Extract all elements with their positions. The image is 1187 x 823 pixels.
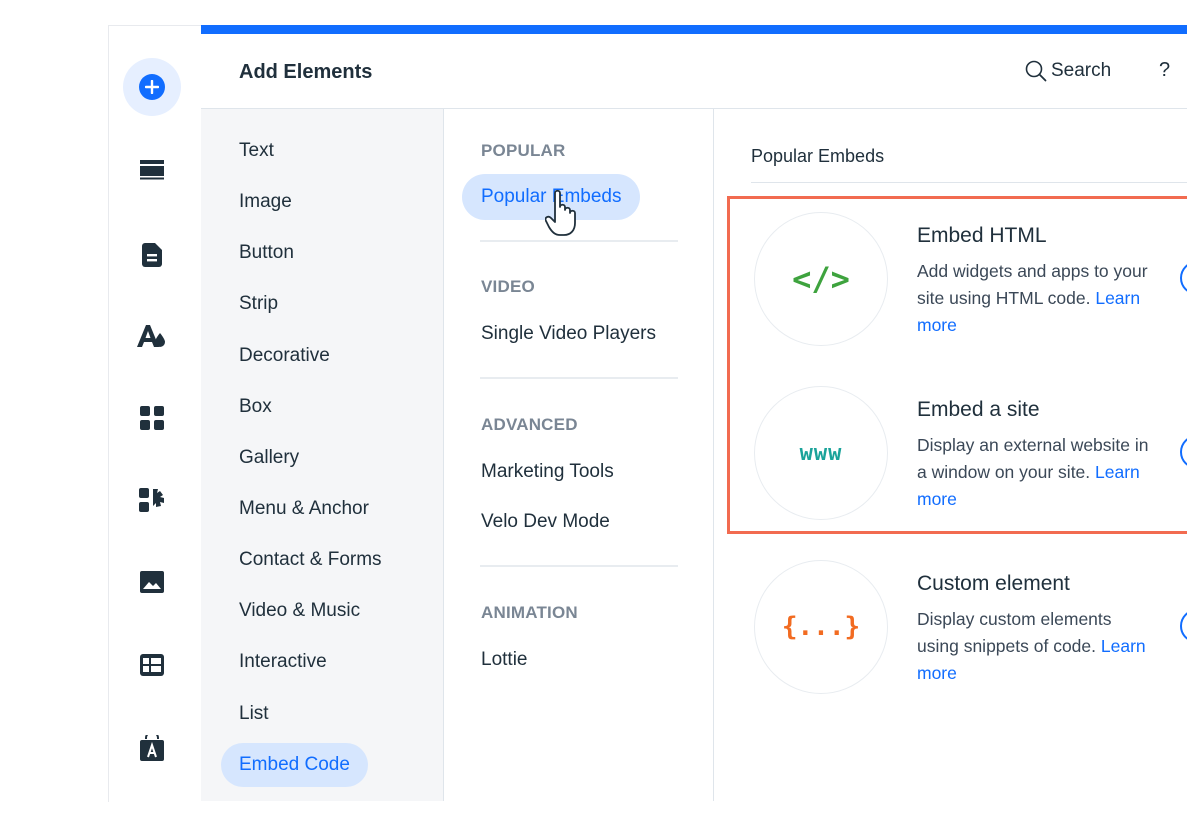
category-gallery[interactable]: Gallery bbox=[221, 436, 317, 480]
section-title-video: VIDEO bbox=[481, 277, 535, 296]
subcategory-lottie[interactable]: Lottie bbox=[462, 637, 546, 683]
subcategory-velo-dev-mode[interactable]: Velo Dev Mode bbox=[462, 499, 629, 545]
category-decorative[interactable]: Decorative bbox=[221, 334, 348, 378]
divider bbox=[480, 565, 678, 567]
category-contact-forms[interactable]: Contact & Forms bbox=[221, 538, 400, 582]
category-menu-anchor[interactable]: Menu & Anchor bbox=[221, 487, 387, 531]
top-accent-bar bbox=[201, 25, 1187, 34]
search-icon bbox=[1025, 60, 1047, 82]
www-icon: www bbox=[754, 386, 888, 520]
code-icon: </> bbox=[754, 212, 888, 346]
theme-icon[interactable] bbox=[121, 312, 183, 360]
card-description: Add widgets and apps to your site using … bbox=[917, 258, 1157, 339]
category-list[interactable]: List bbox=[221, 692, 287, 736]
content-area: Popular Embeds </> Embed HTML Add widget… bbox=[714, 109, 1187, 801]
content-divider bbox=[751, 182, 1187, 183]
category-button[interactable]: Button bbox=[221, 231, 312, 275]
section-title-popular: POPULAR bbox=[481, 141, 566, 160]
custom-element-card[interactable]: {...} Custom element Display custom elem… bbox=[754, 560, 1187, 696]
card-title: Custom element bbox=[917, 572, 1070, 595]
category-video-music[interactable]: Video & Music bbox=[221, 589, 378, 633]
section-title-animation: ANIMATION bbox=[481, 603, 578, 622]
embed-html-card[interactable]: </> Embed HTML Add widgets and apps to y… bbox=[754, 212, 1187, 348]
category-interactive[interactable]: Interactive bbox=[221, 640, 345, 684]
app-market-icon[interactable] bbox=[121, 476, 183, 524]
add-icon bbox=[139, 74, 165, 100]
card-description: Display an external website in a window … bbox=[917, 432, 1157, 513]
category-list: Text Image Button Strip Decorative Box G… bbox=[201, 109, 444, 801]
section-title-advanced: ADVANCED bbox=[481, 415, 578, 434]
divider bbox=[480, 240, 678, 242]
category-text[interactable]: Text bbox=[221, 129, 292, 173]
help-button[interactable]: ? bbox=[1159, 59, 1170, 82]
subcategory-marketing-tools[interactable]: Marketing Tools bbox=[462, 449, 633, 495]
divider bbox=[480, 377, 678, 379]
add-icon-bg bbox=[123, 58, 181, 116]
add-elements-button[interactable] bbox=[121, 58, 183, 116]
category-box[interactable]: Box bbox=[221, 385, 290, 429]
content-title: Popular Embeds bbox=[751, 146, 885, 166]
section-icon[interactable] bbox=[121, 146, 183, 194]
card-title: Embed a site bbox=[917, 398, 1040, 421]
apps-icon[interactable] bbox=[121, 394, 183, 442]
add-elements-panel: Add Elements Search ? Text Image Button … bbox=[201, 25, 1187, 801]
media-icon[interactable] bbox=[121, 558, 183, 606]
search-button[interactable]: Search bbox=[1025, 60, 1111, 82]
search-label: Search bbox=[1051, 60, 1112, 81]
left-rail bbox=[108, 25, 202, 802]
page-icon[interactable] bbox=[121, 231, 183, 279]
category-image[interactable]: Image bbox=[221, 180, 310, 224]
panel-header: Add Elements Search ? bbox=[201, 34, 1187, 109]
subcategory-list: POPULAR Popular Embeds VIDEO Single Vide… bbox=[444, 109, 714, 801]
card-title: Embed HTML bbox=[917, 224, 1047, 247]
category-strip[interactable]: Strip bbox=[221, 282, 296, 326]
embed-site-card[interactable]: www Embed a site Display an external web… bbox=[754, 386, 1187, 522]
panel-title: Add Elements bbox=[239, 61, 373, 83]
subcategory-popular-embeds[interactable]: Popular Embeds bbox=[462, 174, 641, 220]
cms-icon[interactable] bbox=[121, 641, 183, 689]
card-description-text: Display custom elements using snippets o… bbox=[917, 609, 1112, 656]
business-icon[interactable] bbox=[121, 724, 183, 772]
subcategory-single-video-players[interactable]: Single Video Players bbox=[462, 311, 675, 357]
category-embed-code[interactable]: Embed Code bbox=[221, 743, 368, 787]
custom-element-icon: {...} bbox=[754, 560, 888, 694]
card-description: Display custom elements using snippets o… bbox=[917, 606, 1153, 687]
